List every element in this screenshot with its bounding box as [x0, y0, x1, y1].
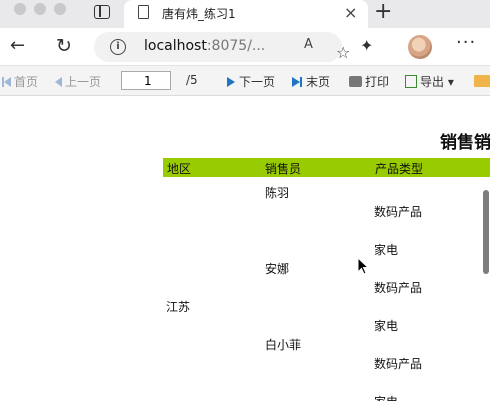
prev-page-button[interactable]: 上一页 [55, 73, 101, 90]
more-menu-icon[interactable]: ··· [456, 32, 476, 53]
mouse-cursor-icon [357, 257, 369, 275]
next-page-button[interactable]: 下一页 [227, 73, 275, 90]
tab-close-icon[interactable]: × [344, 3, 357, 22]
window-minimize-dot[interactable] [34, 3, 46, 15]
cell-salesperson: 陈羽 [265, 186, 290, 200]
tab-active[interactable]: 唐有炜_练习1 × [124, 0, 368, 28]
cell-salesperson: 白小菲 [265, 338, 302, 352]
cell-salesperson: 安娜 [265, 262, 290, 276]
window-zoom-dot[interactable] [54, 3, 66, 15]
extensions-icon[interactable]: ✦ [360, 36, 373, 55]
vertical-scrollbar-thumb[interactable] [483, 190, 489, 274]
cell-product-type: 数码产品 [374, 357, 423, 371]
back-arrow-icon[interactable]: ← [10, 34, 25, 58]
column-header-salesperson: 销售员 [265, 162, 302, 176]
cell-product-type: 家电 [374, 319, 399, 333]
printer-icon [349, 76, 362, 87]
reload-icon[interactable]: ↻ [56, 34, 72, 58]
browser-navbar: ← ↻ i localhost:8075/... A ☆ ✦ ··· [0, 28, 490, 66]
column-header-product-type: 产品类型 [375, 162, 424, 176]
page-total: /5 [186, 73, 198, 87]
document-icon [138, 5, 149, 19]
cell-product-type: 数码产品 [374, 281, 423, 295]
cell-product-type: 家电 [374, 243, 399, 257]
print-button[interactable]: 打印 [349, 73, 389, 90]
last-page-button[interactable]: 末页 [292, 73, 330, 90]
column-header-region: 地区 [167, 162, 192, 176]
email-icon[interactable] [474, 75, 490, 87]
browser-tab-strip: 唐有炜_练习1 × + [0, 0, 490, 28]
cell-region: 江苏 [166, 300, 191, 314]
url-text: localhost:8075/... [144, 38, 266, 54]
tab-actions-icon[interactable] [94, 5, 110, 19]
first-page-button[interactable]: 首页 [2, 73, 38, 90]
address-bar[interactable]: i localhost:8075/... A ☆ [94, 32, 350, 62]
prev-page-icon [55, 77, 62, 87]
export-button[interactable]: 导出 ▾ [405, 73, 454, 90]
cell-product-type: 家电 [374, 393, 398, 401]
report-title: 销售销 [440, 133, 490, 153]
last-page-icon [292, 77, 300, 87]
next-page-icon [227, 77, 235, 87]
info-icon[interactable]: i [110, 39, 126, 55]
chevron-down-icon: ▾ [447, 75, 454, 89]
read-aloud-icon[interactable]: A [304, 37, 313, 52]
window-close-dot[interactable] [14, 3, 26, 15]
page-number-input[interactable] [121, 71, 171, 90]
new-tab-icon[interactable]: + [374, 0, 392, 24]
tab-title: 唐有炜_练习1 [162, 7, 236, 21]
profile-avatar[interactable] [408, 35, 432, 59]
cell-product-type: 数码产品 [374, 205, 423, 219]
export-icon [405, 75, 417, 88]
add-favorite-icon[interactable]: ☆ [336, 43, 350, 62]
report-toolbar: 首页 上一页 /5 下一页 末页 打印 导出 ▾ [0, 66, 490, 96]
table-header: 地区 销售员 产品类型 [163, 158, 490, 177]
